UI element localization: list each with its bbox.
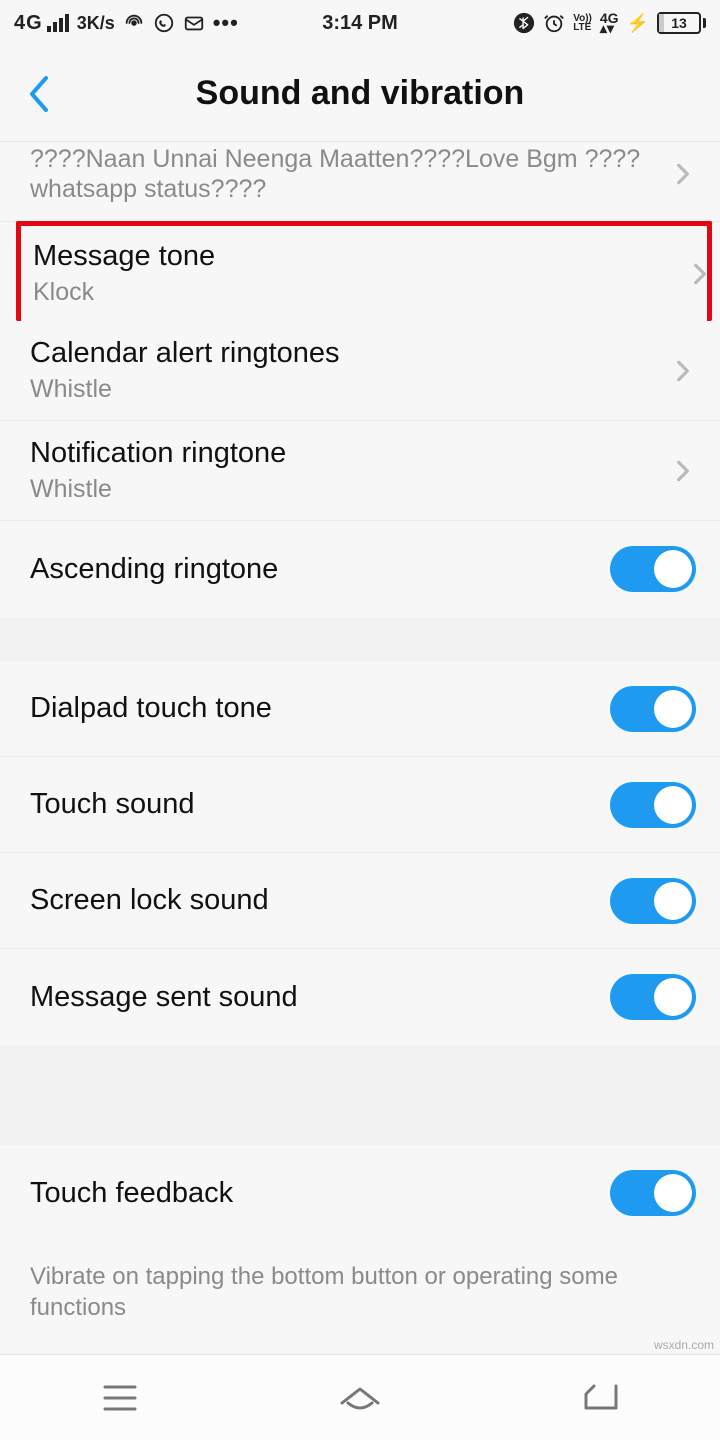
touch-feedback-description: Vibrate on tapping the bottom button or … xyxy=(0,1241,720,1353)
screen-lock-sound-label: Screen lock sound xyxy=(30,884,610,917)
row-screen-lock-sound[interactable]: Screen lock sound xyxy=(0,853,720,949)
calendar-alert-value: Whistle xyxy=(30,374,670,404)
chevron-right-icon xyxy=(670,161,696,187)
battery-icon: 13 xyxy=(657,12,706,34)
nav-back-button[interactable] xyxy=(570,1378,630,1418)
status-left: 4G 3K/s ••• xyxy=(14,10,239,36)
touch-sound-toggle[interactable] xyxy=(610,782,696,828)
net2-icon: 4G▴▾ xyxy=(600,13,619,33)
hotspot-icon xyxy=(123,12,145,34)
status-bar: 4G 3K/s ••• 3:14 PM Vo))LTE 4G▴▾ ⚡ 13 xyxy=(0,0,720,46)
message-tone-value: Klock xyxy=(33,277,687,307)
row-touch-feedback[interactable]: Touch feedback xyxy=(0,1145,720,1241)
row-notification-ringtone[interactable]: Notification ringtone Whistle xyxy=(0,421,720,521)
whatsapp-icon xyxy=(153,12,175,34)
chevron-right-icon xyxy=(670,458,696,484)
row-dialpad-tone[interactable]: Dialpad touch tone xyxy=(0,661,720,757)
row-message-sent-sound[interactable]: Message sent sound xyxy=(0,949,720,1045)
dialpad-tone-toggle[interactable] xyxy=(610,686,696,732)
charging-icon: ⚡ xyxy=(627,13,649,34)
calendar-alert-label: Calendar alert ringtones xyxy=(30,337,670,370)
chevron-right-icon xyxy=(670,358,696,384)
alarm-icon xyxy=(543,12,565,34)
touch-sound-label: Touch sound xyxy=(30,788,610,821)
chevron-right-icon xyxy=(687,261,713,287)
section-gap xyxy=(0,617,720,661)
volte-icon: Vo))LTE xyxy=(573,14,592,32)
notification-ringtone-label: Notification ringtone xyxy=(30,437,670,470)
row-calendar-alert[interactable]: Calendar alert ringtones Whistle xyxy=(0,321,720,421)
row-message-tone[interactable]: Message tone Klock xyxy=(16,221,712,321)
watermark: wsxdn.com xyxy=(654,1338,714,1352)
ascending-ringtone-label: Ascending ringtone xyxy=(30,553,610,586)
dialpad-tone-label: Dialpad touch tone xyxy=(30,692,610,725)
touch-feedback-toggle[interactable] xyxy=(610,1170,696,1216)
row-touch-sound[interactable]: Touch sound xyxy=(0,757,720,853)
message-sent-sound-label: Message sent sound xyxy=(30,981,610,1014)
ascending-ringtone-toggle[interactable] xyxy=(610,546,696,592)
navigation-bar xyxy=(0,1354,720,1440)
section-sounds: Dialpad touch tone Touch sound Screen lo… xyxy=(0,661,720,1045)
nav-recents-button[interactable] xyxy=(90,1378,150,1418)
row-incoming-ringtone[interactable]: ????Naan Unnai Neenga Maatten????Love Bg… xyxy=(0,142,720,222)
row-ascending-ringtone[interactable]: Ascending ringtone xyxy=(0,521,720,617)
back-button[interactable] xyxy=(20,74,60,114)
status-right: Vo))LTE 4G▴▾ ⚡ 13 xyxy=(513,12,706,34)
signal-bars-icon xyxy=(47,14,69,32)
more-icon: ••• xyxy=(213,10,239,36)
network-label: 4G xyxy=(14,12,43,35)
network-type: 4G xyxy=(14,12,69,35)
header: Sound and vibration xyxy=(0,46,720,142)
page-title: Sound and vibration xyxy=(0,74,720,113)
screen-lock-sound-toggle[interactable] xyxy=(610,878,696,924)
bluetooth-icon xyxy=(513,12,535,34)
nav-home-button[interactable] xyxy=(330,1378,390,1418)
message-tone-label: Message tone xyxy=(33,240,687,273)
section-ringtones: ????Naan Unnai Neenga Maatten????Love Bg… xyxy=(0,142,720,617)
message-sent-sound-toggle[interactable] xyxy=(610,974,696,1020)
incoming-ringtone-value: ????Naan Unnai Neenga Maatten????Love Bg… xyxy=(30,144,670,204)
section-feedback: Touch feedback Vibrate on tapping the bo… xyxy=(0,1145,720,1353)
notification-ringtone-value: Whistle xyxy=(30,474,670,504)
mail-icon xyxy=(183,12,205,34)
section-gap xyxy=(0,1045,720,1145)
touch-feedback-label: Touch feedback xyxy=(30,1177,610,1210)
data-speed: 3K/s xyxy=(77,13,115,34)
